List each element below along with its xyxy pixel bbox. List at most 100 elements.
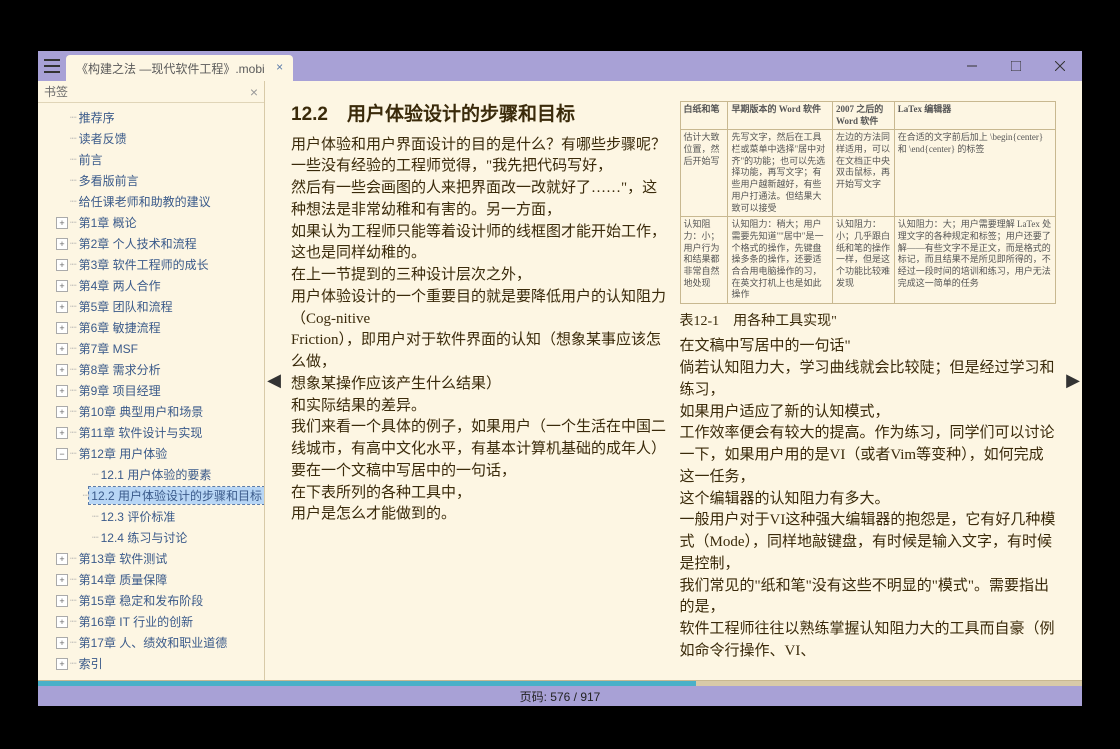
tree-item[interactable]: +┈第17章 人、绩效和职业道德 (38, 632, 264, 653)
tree-item-label: 12.2 用户体验设计的步骤和目标 (89, 487, 264, 504)
tree-item[interactable]: +┈第2章 个人技术和流程 (38, 233, 264, 254)
tree-item[interactable]: ┈12.4 练习与讨论 (38, 527, 264, 548)
tree-item[interactable]: +┈第5章 团队和流程 (38, 296, 264, 317)
leaf-icon (78, 490, 81, 502)
expand-icon[interactable]: + (56, 553, 68, 565)
menu-button[interactable] (38, 51, 66, 81)
left-column: 12.2 用户体验设计的步骤和目标 用户体验和用户界面设计的目的是什么？有哪些步… (291, 101, 668, 670)
tree-item[interactable]: +┈第10章 典型用户和场景 (38, 401, 264, 422)
paragraph-line: 和实际结果的差异。 (291, 396, 668, 418)
leaf-icon (56, 112, 68, 124)
window-controls (950, 51, 1082, 81)
collapse-icon[interactable]: − (56, 448, 68, 460)
minimize-button[interactable] (950, 51, 994, 81)
tree-item-label: 第3章 软件工程师的成长 (77, 256, 211, 273)
expand-icon[interactable]: + (56, 217, 68, 229)
paragraph-line: 然后有一些会画图的人来把界面改一改就好了……"，这种想法是非常幼稚和有害的。另一… (291, 178, 668, 222)
expand-icon[interactable]: + (56, 658, 68, 670)
tree-item[interactable]: +┈第14章 质量保障 (38, 569, 264, 590)
tree-item[interactable]: ┈多看版前言 (38, 170, 264, 191)
expand-icon[interactable]: + (56, 301, 68, 313)
prev-page-button[interactable]: ◀ (265, 81, 283, 680)
tree-item[interactable]: +┈第4章 两人合作 (38, 275, 264, 296)
expand-icon[interactable]: + (56, 238, 68, 250)
status-bar: 页码: 576 / 917 (38, 686, 1082, 706)
leaf-icon (56, 175, 68, 187)
table-header-cell: 早期版本的 Word 软件 (728, 102, 833, 130)
tree-item[interactable]: +┈第13章 软件测试 (38, 548, 264, 569)
paragraph-line: 一般用户对于VI这种强大编辑器的抱怨是，它有好几种模式（Mode），同样地敲键盘… (680, 510, 1057, 575)
bookmarks-tree[interactable]: ┈推荐序┈读者反馈┈前言┈多看版前言┈给任课老师和助教的建议+┈第1章 概论+┈… (38, 103, 264, 680)
expand-icon[interactable]: + (56, 385, 68, 397)
paragraph-line: 这个编辑器的认知阻力有多大。 (680, 489, 1057, 511)
tree-item[interactable]: +┈第1章 概论 (38, 212, 264, 233)
tree-item[interactable]: ┈给任课老师和助教的建议 (38, 191, 264, 212)
expand-icon[interactable]: + (56, 427, 68, 439)
tree-item[interactable]: +┈第16章 IT 行业的创新 (38, 611, 264, 632)
maximize-button[interactable] (994, 51, 1038, 81)
bookmarks-sidebar: 书签 × ┈推荐序┈读者反馈┈前言┈多看版前言┈给任课老师和助教的建议+┈第1章… (38, 81, 265, 680)
tree-item[interactable]: +┈第11章 软件设计与实现 (38, 422, 264, 443)
table-cell: 认知阻力：大；用户需要理解 LaTex 处理文字的各种规定和标签；用户还要了解—… (894, 217, 1055, 304)
table-header-cell: 白纸和笔 (680, 102, 728, 130)
tree-item[interactable]: ┈前言 (38, 149, 264, 170)
expand-icon[interactable]: + (56, 595, 68, 607)
tree-item[interactable]: ┈读者反馈 (38, 128, 264, 149)
tree-item-label: 12.4 练习与讨论 (99, 529, 190, 546)
expand-icon[interactable]: + (56, 637, 68, 649)
expand-icon[interactable]: + (56, 574, 68, 586)
tree-item[interactable]: +┈第3章 软件工程师的成长 (38, 254, 264, 275)
paragraph-line: 在文稿中写居中的一句话" (680, 336, 1057, 358)
expand-icon[interactable]: + (56, 364, 68, 376)
expand-icon[interactable]: + (56, 406, 68, 418)
tree-item-label: 12.3 评价标准 (99, 508, 178, 525)
app-window: 《构建之法 —现代软件工程》.mobi × 书签 × ┈推荐序┈读者反馈┈前言┈… (38, 51, 1082, 706)
paragraph-line: 我们常见的"纸和笔"没有这些不明显的"模式"。需要指出的是， (680, 576, 1057, 620)
tree-item-label: 第7章 MSF (77, 340, 140, 357)
tree-item[interactable]: +┈第15章 稳定和发布阶段 (38, 590, 264, 611)
tree-item-label: 第8章 需求分析 (77, 361, 163, 378)
expand-icon[interactable]: + (56, 259, 68, 271)
paragraph-line: 想象某操作应该产生什么结果） (291, 374, 668, 396)
hamburger-icon (44, 59, 60, 73)
right-body-text: 在文稿中写居中的一句话"倘若认知阻力大，学习曲线就会比较陡；但是经过学习和练习，… (680, 336, 1057, 662)
tree-item[interactable]: +┈第9章 项目经理 (38, 380, 264, 401)
document-tab[interactable]: 《构建之法 —现代软件工程》.mobi × (66, 55, 293, 81)
tree-item[interactable]: +┈第6章 敏捷流程 (38, 317, 264, 338)
tab-close-button[interactable]: × (273, 60, 287, 74)
expand-icon[interactable]: + (56, 343, 68, 355)
tree-item-label: 给任课老师和助教的建议 (77, 193, 213, 210)
tree-item-label: 第11章 软件设计与实现 (77, 424, 205, 441)
tree-item-label: 第9章 项目经理 (77, 382, 163, 399)
leaf-icon (78, 469, 90, 481)
expand-icon[interactable]: + (56, 322, 68, 334)
table-row: 认知阻力：小；用户行为和结果都非常自然地处现认知阻力：稍大；用户需要先知道""居… (680, 217, 1056, 304)
close-button[interactable] (1038, 51, 1082, 81)
sidebar-close-button[interactable]: × (250, 84, 258, 100)
paragraph-line: 在上一节提到的三种设计层次之外， (291, 265, 668, 287)
paragraph-line: 软件工程师往往以熟练掌握认知阻力大的工具而自豪（例如命令行操作、VI、 (680, 619, 1057, 663)
paragraph-line: 倘若认知阻力大，学习曲线就会比较陡；但是经过学习和练习， (680, 358, 1057, 402)
tree-item[interactable]: −┈第12章 用户体验 (38, 443, 264, 464)
leaf-icon (56, 196, 68, 208)
table-cell: 左边的方法同样适用，可以在文档正中央双击鼠标，再开始写文字 (833, 130, 895, 217)
tree-item-label: 前言 (77, 151, 105, 168)
tree-item-label: 多看版前言 (77, 172, 141, 189)
tree-item[interactable]: ┈推荐序 (38, 107, 264, 128)
tree-item[interactable]: +┈第8章 需求分析 (38, 359, 264, 380)
paragraph-line: 在下表所列的各种工具中， (291, 483, 668, 505)
tree-item[interactable]: +┈索引 (38, 653, 264, 674)
paragraph-line: 工作效率便会有较大的提高。作为练习，同学们可以讨论一下，如果用户用的是VI（或者… (680, 423, 1057, 488)
next-page-button[interactable]: ▶ (1064, 81, 1082, 680)
tree-item[interactable]: ┈12.1 用户体验的要素 (38, 464, 264, 485)
tree-item[interactable]: +┈第7章 MSF (38, 338, 264, 359)
tree-item-label: 第10章 典型用户和场景 (77, 403, 206, 420)
section-heading: 12.2 用户体验设计的步骤和目标 (291, 101, 668, 129)
tree-item-label: 第13章 软件测试 (77, 550, 170, 567)
expand-icon[interactable]: + (56, 280, 68, 292)
paragraph-line: 用户是怎么才能做到的。 (291, 504, 668, 526)
tree-item[interactable]: ┈12.2 用户体验设计的步骤和目标 (38, 485, 264, 506)
tree-item[interactable]: ┈12.3 评价标准 (38, 506, 264, 527)
expand-icon[interactable]: + (56, 616, 68, 628)
sidebar-header: 书签 × (38, 81, 264, 103)
